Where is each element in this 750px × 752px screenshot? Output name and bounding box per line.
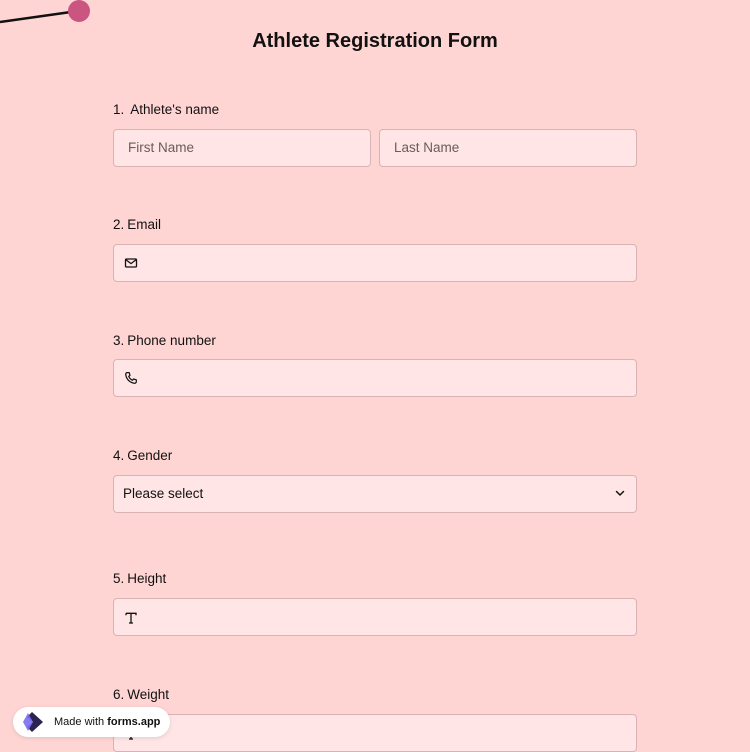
first-name-placeholder: First Name [128,140,195,155]
email-input[interactable] [113,244,637,282]
question-number: 6. [113,687,125,702]
question-weight: 6. Weight [113,686,637,752]
question-label: 1. Athlete's name [113,101,637,119]
question-label: 6. Weight [113,686,637,704]
question-text: Weight [127,687,170,702]
phone-icon [125,372,137,384]
question-text: Gender [127,448,173,463]
badge-text: Made with forms.app [54,707,160,737]
last-name-placeholder: Last Name [394,140,460,155]
gender-select[interactable]: Please select [113,475,637,513]
question-number: 5. [113,571,125,586]
badge-prefix: Made with [54,716,105,728]
forms-app-logo-icon [23,712,43,732]
envelope-icon [124,258,138,268]
first-name-input[interactable]: First Name [113,129,371,167]
question-number: 3. [113,333,125,348]
phone-input[interactable] [113,359,637,397]
form-title: Athlete Registration Form [252,30,498,52]
weight-input[interactable] [113,714,637,752]
question-athlete-name: 1. Athlete's name First Name Last Name [113,101,637,167]
question-phone: 3. Phone number [113,332,637,397]
question-label: 4. Gender [113,447,637,465]
question-email: 2. Email [113,216,637,282]
gender-selected-value: Please select [123,486,204,501]
question-text: Athlete's name [130,102,220,117]
height-input[interactable] [113,598,637,636]
question-text: Phone number [127,333,216,348]
question-label: 2. Email [113,216,637,234]
question-gender: 4. Gender Please select [113,447,637,513]
question-number: 4. [113,448,125,463]
question-label: 5. Height [113,570,637,588]
last-name-input[interactable]: Last Name [379,129,637,167]
question-height: 5. Height [113,570,637,636]
question-text: Email [127,217,162,232]
chevron-down-icon [615,490,625,496]
question-number: 2. [113,217,125,232]
question-number: 1. [113,102,125,117]
question-label: 3. Phone number [113,332,637,350]
text-t-icon [125,612,137,624]
question-text: Height [127,571,167,586]
badge-brand: forms.app [107,716,161,728]
made-with-badge[interactable]: Made with forms.app [13,707,170,737]
